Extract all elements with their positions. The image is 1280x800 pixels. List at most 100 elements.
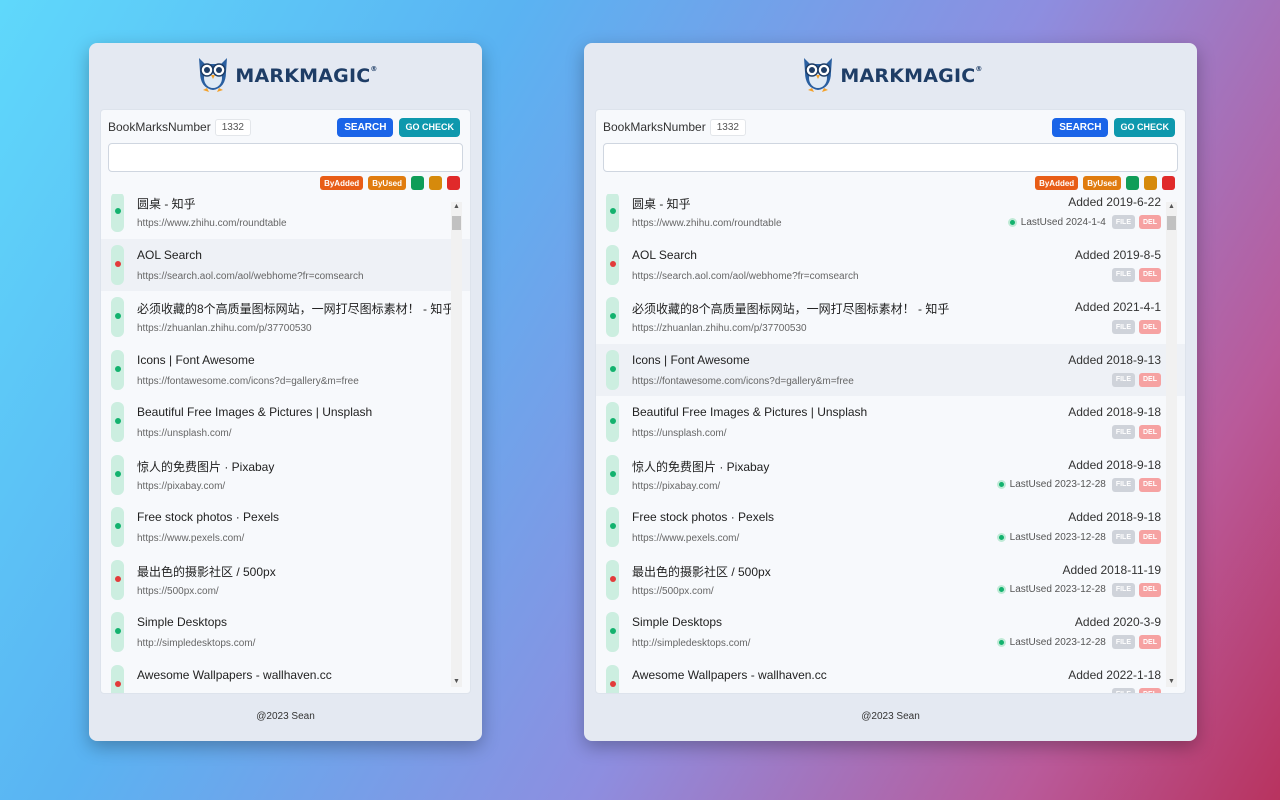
bookmark-url[interactable]: https://pixabay.com/: [632, 481, 720, 492]
bookmark-url[interactable]: https://unsplash.com/: [632, 428, 727, 439]
bookmark-url[interactable]: http://simpledesktops.com/: [137, 638, 255, 649]
delete-button[interactable]: DEL: [1139, 687, 1161, 693]
delete-button[interactable]: DEL: [1139, 635, 1161, 649]
bookmark-row[interactable]: 惊人的免费图片 · Pixabay https://pixabay.com/Add…: [596, 449, 1185, 502]
scrollbar[interactable]: ▲ ▼: [451, 202, 462, 687]
bookmark-title[interactable]: Simple Desktops: [632, 615, 722, 629]
bookmark-title[interactable]: Icons | Font Awesome: [137, 353, 255, 367]
bookmark-url[interactable]: https://500px.com/: [632, 586, 714, 597]
bookmark-title[interactable]: 最出色的摄影社区 / 500px: [632, 563, 771, 580]
bookmark-url[interactable]: https://pixabay.com/: [137, 481, 225, 492]
file-button[interactable]: FILE: [1111, 582, 1135, 597]
bookmark-url[interactable]: https://search.aol.com/aol/webhome?fr=co…: [632, 271, 859, 282]
scrollbar-thumb[interactable]: [452, 216, 461, 230]
bookmark-row[interactable]: Beautiful Free Images & Pictures | Unspl…: [101, 396, 470, 449]
bookmark-url[interactable]: https://zhuanlan.zhihu.com/p/37700530: [137, 323, 312, 334]
bookmark-title[interactable]: Free stock photos · Pexels: [632, 510, 774, 524]
file-button[interactable]: FILE: [1111, 267, 1135, 282]
bookmark-list[interactable]: 圆桌 - 知乎 https://www.zhihu.com/roundtable A…: [101, 194, 470, 693]
delete-button[interactable]: DEL: [1139, 320, 1161, 334]
bookmark-title[interactable]: AOL Search: [632, 248, 697, 262]
bookmark-title[interactable]: Beautiful Free Images & Pictures | Unspl…: [632, 405, 867, 419]
bookmark-row[interactable]: Simple Desktops http://simpledesktops.com…: [101, 606, 470, 659]
bookmark-row[interactable]: AOL Search https://search.aol.com/aol/web…: [101, 238, 470, 291]
go-check-button[interactable]: GO CHECK: [399, 117, 460, 137]
sort-by-added-button[interactable]: ByAdded: [1035, 176, 1079, 190]
file-button[interactable]: FILE: [1111, 687, 1135, 693]
file-button[interactable]: FILE: [1111, 215, 1135, 229]
bookmark-title[interactable]: 惊人的免费图片 · Pixabay: [632, 458, 769, 475]
bookmark-url[interactable]: https://zhuanlan.zhihu.com/p/37700530: [632, 323, 807, 334]
file-button[interactable]: FILE: [1111, 530, 1135, 544]
go-check-button[interactable]: GO CHECK: [1114, 117, 1175, 137]
bookmark-title[interactable]: Icons | Font Awesome: [632, 353, 750, 367]
bookmark-row[interactable]: 必须收藏的8个高质量图标网站，一网打尽图标素材！ - 知乎 https://zhu…: [596, 291, 1185, 344]
scroll-down-arrow-icon[interactable]: ▼: [451, 677, 462, 687]
sort-by-added-button[interactable]: ByAdded: [320, 176, 364, 190]
bookmark-title[interactable]: 圆桌 - 知乎: [632, 195, 691, 212]
bookmark-url[interactable]: https://unsplash.com/: [137, 428, 232, 439]
filter-red-swatch[interactable]: [447, 176, 460, 190]
bookmark-title[interactable]: Simple Desktops: [137, 615, 227, 629]
bookmark-row[interactable]: Simple Desktops http://simpledesktops.com…: [596, 606, 1185, 659]
scroll-up-arrow-icon[interactable]: ▲: [451, 202, 462, 212]
bookmark-title[interactable]: 必须收藏的8个高质量图标网站，一网打尽图标素材！ - 知乎: [632, 300, 949, 317]
bookmark-row[interactable]: Awesome Wallpapers - wallhaven.cc Added 2…: [596, 659, 1185, 693]
delete-button[interactable]: DEL: [1139, 267, 1161, 282]
filter-orange-swatch[interactable]: [1144, 176, 1157, 190]
bookmark-row[interactable]: Beautiful Free Images & Pictures | Unspl…: [596, 396, 1185, 449]
bookmark-title[interactable]: Free stock photos · Pexels: [137, 510, 279, 524]
bookmark-row[interactable]: Icons | Font Awesome https://fontawesome.…: [596, 343, 1185, 396]
scroll-up-arrow-icon[interactable]: ▲: [1166, 202, 1177, 212]
file-button[interactable]: FILE: [1111, 477, 1135, 492]
bookmark-title[interactable]: Awesome Wallpapers - wallhaven.cc: [632, 668, 827, 682]
delete-button[interactable]: DEL: [1139, 372, 1161, 387]
bookmark-url[interactable]: https://www.pexels.com/: [632, 533, 739, 544]
sort-by-used-button[interactable]: ByUsed: [1083, 176, 1121, 190]
bookmark-title[interactable]: AOL Search: [137, 248, 202, 262]
scrollbar[interactable]: ▲ ▼: [1166, 202, 1177, 687]
bookmark-row[interactable]: 最出色的摄影社区 / 500px https://500px.com/: [101, 554, 470, 607]
search-button[interactable]: SEARCH: [1052, 117, 1109, 137]
bookmark-title[interactable]: 惊人的免费图片 · Pixabay: [137, 458, 274, 475]
delete-button[interactable]: DEL: [1139, 582, 1161, 597]
bookmark-row[interactable]: 圆桌 - 知乎 https://www.zhihu.com/roundtable A…: [596, 194, 1185, 239]
bookmark-url[interactable]: https://500px.com/: [137, 586, 219, 597]
filter-green-swatch[interactable]: [411, 176, 424, 190]
bookmark-url[interactable]: https://fontawesome.com/icons?d=gallery&…: [137, 376, 359, 387]
bookmark-row[interactable]: 惊人的免费图片 · Pixabay https://pixabay.com/: [101, 449, 470, 502]
bookmark-title[interactable]: Awesome Wallpapers - wallhaven.cc: [137, 668, 332, 682]
bookmark-row[interactable]: 必须收藏的8个高质量图标网站，一网打尽图标素材！ - 知乎 https://zhu…: [101, 291, 470, 344]
search-button[interactable]: SEARCH: [337, 117, 394, 137]
bookmark-url[interactable]: http://simpledesktops.com/: [632, 638, 750, 649]
file-button[interactable]: FILE: [1111, 425, 1135, 439]
sort-by-used-button[interactable]: ByUsed: [368, 176, 406, 190]
filter-red-swatch[interactable]: [1162, 176, 1175, 190]
bookmark-title[interactable]: 必须收藏的8个高质量图标网站，一网打尽图标素材！ - 知乎: [137, 300, 454, 317]
bookmark-url[interactable]: https://search.aol.com/aol/webhome?fr=co…: [137, 271, 364, 282]
delete-button[interactable]: DEL: [1139, 215, 1161, 229]
bookmark-url[interactable]: https://www.pexels.com/: [137, 533, 244, 544]
delete-button[interactable]: DEL: [1139, 425, 1161, 439]
bookmark-list[interactable]: 圆桌 - 知乎 https://www.zhihu.com/roundtable A…: [596, 194, 1185, 693]
bookmark-row[interactable]: 最出色的摄影社区 / 500px https://500px.com/Added …: [596, 554, 1185, 607]
file-button[interactable]: FILE: [1111, 635, 1135, 649]
bookmark-row[interactable]: Free stock photos · Pexels https://www.pe…: [101, 501, 470, 554]
scrollbar-thumb[interactable]: [1167, 216, 1176, 230]
bookmark-url[interactable]: https://fontawesome.com/icons?d=gallery&…: [632, 376, 854, 387]
file-button[interactable]: FILE: [1111, 320, 1135, 334]
bookmark-url[interactable]: https://www.zhihu.com/roundtable: [137, 218, 287, 229]
bookmark-title[interactable]: Beautiful Free Images & Pictures | Unspl…: [137, 405, 372, 419]
bookmark-row[interactable]: AOL Search https://search.aol.com/aol/web…: [596, 239, 1185, 292]
bookmark-title[interactable]: 圆桌 - 知乎: [137, 195, 196, 212]
search-input[interactable]: [603, 143, 1178, 172]
bookmark-url[interactable]: https://www.zhihu.com/roundtable: [632, 218, 782, 229]
delete-button[interactable]: DEL: [1139, 477, 1161, 492]
bookmark-row[interactable]: Icons | Font Awesome https://fontawesome.…: [101, 344, 470, 397]
bookmark-title[interactable]: 最出色的摄影社区 / 500px: [137, 563, 276, 580]
delete-button[interactable]: DEL: [1139, 530, 1161, 544]
filter-orange-swatch[interactable]: [429, 176, 442, 190]
bookmark-row[interactable]: 圆桌 - 知乎 https://www.zhihu.com/roundtable: [101, 194, 470, 239]
bookmark-row[interactable]: Free stock photos · Pexels https://www.pe…: [596, 501, 1185, 554]
bookmark-row[interactable]: Awesome Wallpapers - wallhaven.cc: [101, 659, 470, 693]
